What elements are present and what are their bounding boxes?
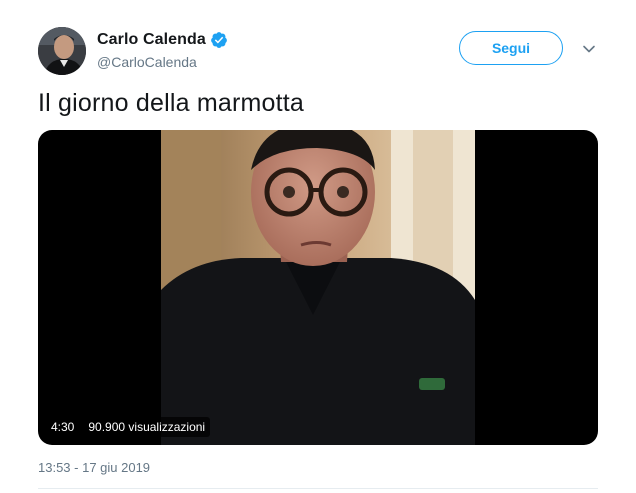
tweet-text: Il giorno della marmotta <box>38 89 305 117</box>
video-player[interactable]: 4:30 90.900 visualizzazioni <box>38 130 598 445</box>
author-block: Carlo Calenda @CarloCalenda <box>97 30 228 70</box>
display-name[interactable]: Carlo Calenda <box>97 31 206 49</box>
verified-badge-icon <box>210 31 228 49</box>
video-duration: 4:30 <box>46 417 80 437</box>
tweet-timestamp[interactable]: 13:53 - 17 giu 2019 <box>38 460 150 475</box>
avatar[interactable] <box>38 27 86 75</box>
video-info: 4:30 90.900 visualizzazioni <box>46 417 211 437</box>
chevron-down-icon[interactable] <box>580 40 598 58</box>
video-views: 90.900 visualizzazioni <box>83 417 211 437</box>
handle[interactable]: @CarloCalenda <box>97 54 228 70</box>
name-row: Carlo Calenda <box>97 30 228 50</box>
avatar-image <box>38 27 86 75</box>
video-frame <box>161 130 475 445</box>
tweet-card: Carlo Calenda @CarloCalenda Segui Il gio… <box>0 0 636 493</box>
follow-button[interactable]: Segui <box>459 31 563 65</box>
divider <box>38 488 598 489</box>
